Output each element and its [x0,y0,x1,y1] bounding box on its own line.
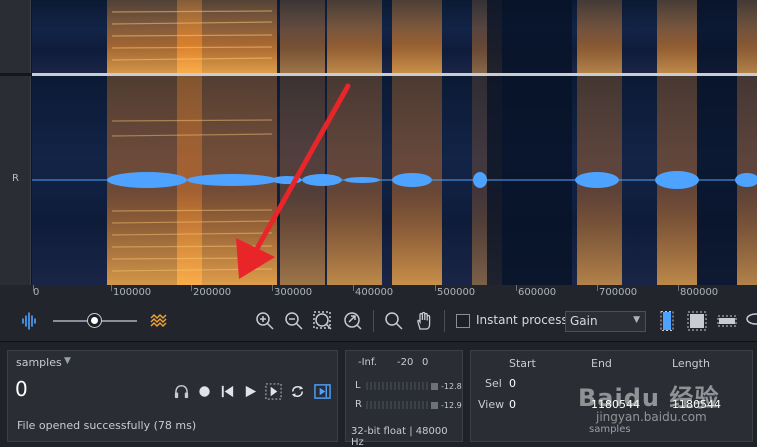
transport-panel: samples ▼ 0 File opened successfully (78… [7,350,338,442]
spectrogram-lane-left[interactable] [32,0,757,73]
time-display: 0 [15,377,28,401]
channel-label: R [12,173,19,184]
chevron-down-icon[interactable]: ▼ [64,356,71,366]
meter-left-clip[interactable] [431,383,438,390]
hand-tool-icon[interactable] [413,310,435,332]
instant-process-label: Instant process [476,313,568,327]
toolbar-separator [444,310,445,332]
zoom-tool-icon[interactable] [383,310,405,332]
ruler-tick [111,285,112,291]
selection-header-end: End [591,357,612,370]
play-selection-button[interactable] [263,381,283,401]
ruler-tick [191,285,192,291]
time-selection-tool-icon[interactable] [656,310,678,332]
time-format-selector[interactable]: samples [16,356,62,369]
spectrogram-right-image [32,76,757,285]
zoom-in-icon[interactable] [254,310,276,332]
loop-button[interactable] [287,381,307,401]
selection-header-length: Length [672,357,710,370]
ruler-label-8: 800000 [680,287,719,298]
ruler-label-0: 0 [33,287,40,298]
play-button[interactable] [240,381,260,401]
ruler-tick [435,285,436,291]
ruler-tick [678,285,679,291]
ruler-label-6: 600000 [518,287,557,298]
view-length-value[interactable]: 1180544 [672,398,721,411]
view-row-label: View [478,398,505,411]
record-button[interactable] [194,381,214,401]
rectangle-selection-tool-icon[interactable] [686,310,708,332]
ruler-tick [353,285,354,291]
meter-right-peak: -12.9 [441,401,462,410]
status-message: File opened successfully (78 ms) [17,419,197,432]
ruler-label-3: 300000 [274,287,313,298]
spectrogram-view[interactable]: R [0,0,757,285]
follow-playback-button[interactable] [312,381,332,401]
instant-process-mode-select[interactable]: Gain ▼ [565,311,646,332]
view-start-value[interactable]: 0 [509,398,516,411]
ruler-label-2: 200000 [193,287,232,298]
level-meter-panel: -Inf. -20 0 L -12.8 R -12.9 32-bit float… [345,350,463,447]
bottom-panel: samples ▼ 0 File opened successfully (78… [0,342,757,447]
instant-process-checkbox[interactable] [456,314,470,328]
meter-scale-max: 0 [422,357,429,368]
zoom-selection-icon[interactable] [312,310,334,332]
lasso-tool-icon[interactable] [743,310,757,332]
selection-units-label: samples [589,424,631,435]
ruler-tick [272,285,273,291]
channel-gutter-left [0,0,31,73]
meter-right-clip[interactable] [431,402,438,409]
selection-row-label: Sel [485,377,502,390]
audio-format-info: 32-bit float | 48000 Hz [351,426,448,447]
meter-scale-min: -Inf. [358,357,377,368]
spectrogram-view-icon[interactable] [148,310,170,332]
waveform-view-icon[interactable] [19,310,41,332]
meter-left-peak: -12.8 [441,382,462,391]
zoom-out-icon[interactable] [283,310,305,332]
selection-header-start: Start [509,357,536,370]
chevron-down-icon: ▼ [633,315,640,325]
selection-info-panel: Start End Length Sel 0 View 0 1180544 11… [470,350,753,442]
meter-right-label: R [355,399,362,410]
ruler-label-4: 400000 [355,287,394,298]
headphones-icon[interactable] [171,381,191,401]
spectrogram-lane-right[interactable] [32,76,757,285]
slider-handle[interactable] [88,314,101,327]
ruler-tick [597,285,598,291]
instant-process-mode-value: Gain [570,314,598,328]
ruler-label-5: 500000 [437,287,476,298]
view-toolbar: Instant process Gain ▼ [0,301,757,342]
selection-start-value[interactable]: 0 [509,377,516,390]
ruler-label-1: 100000 [113,287,152,298]
sample-ruler[interactable]: 0 100000 200000 300000 400000 500000 600… [0,285,757,301]
frequency-selection-tool-icon[interactable] [716,310,738,332]
zoom-fit-icon[interactable] [342,310,364,332]
meter-scale-mid: -20 [397,357,414,368]
go-to-start-button[interactable] [217,381,237,401]
spectrogram-left-image [107,0,757,73]
meter-left-label: L [355,380,361,391]
ruler-label-7: 700000 [599,287,638,298]
meter-right-bar [366,401,428,409]
view-end-value[interactable]: 1180544 [591,398,640,411]
toolbar-separator [373,310,374,332]
meter-left-bar [366,382,428,390]
ruler-tick [516,285,517,291]
